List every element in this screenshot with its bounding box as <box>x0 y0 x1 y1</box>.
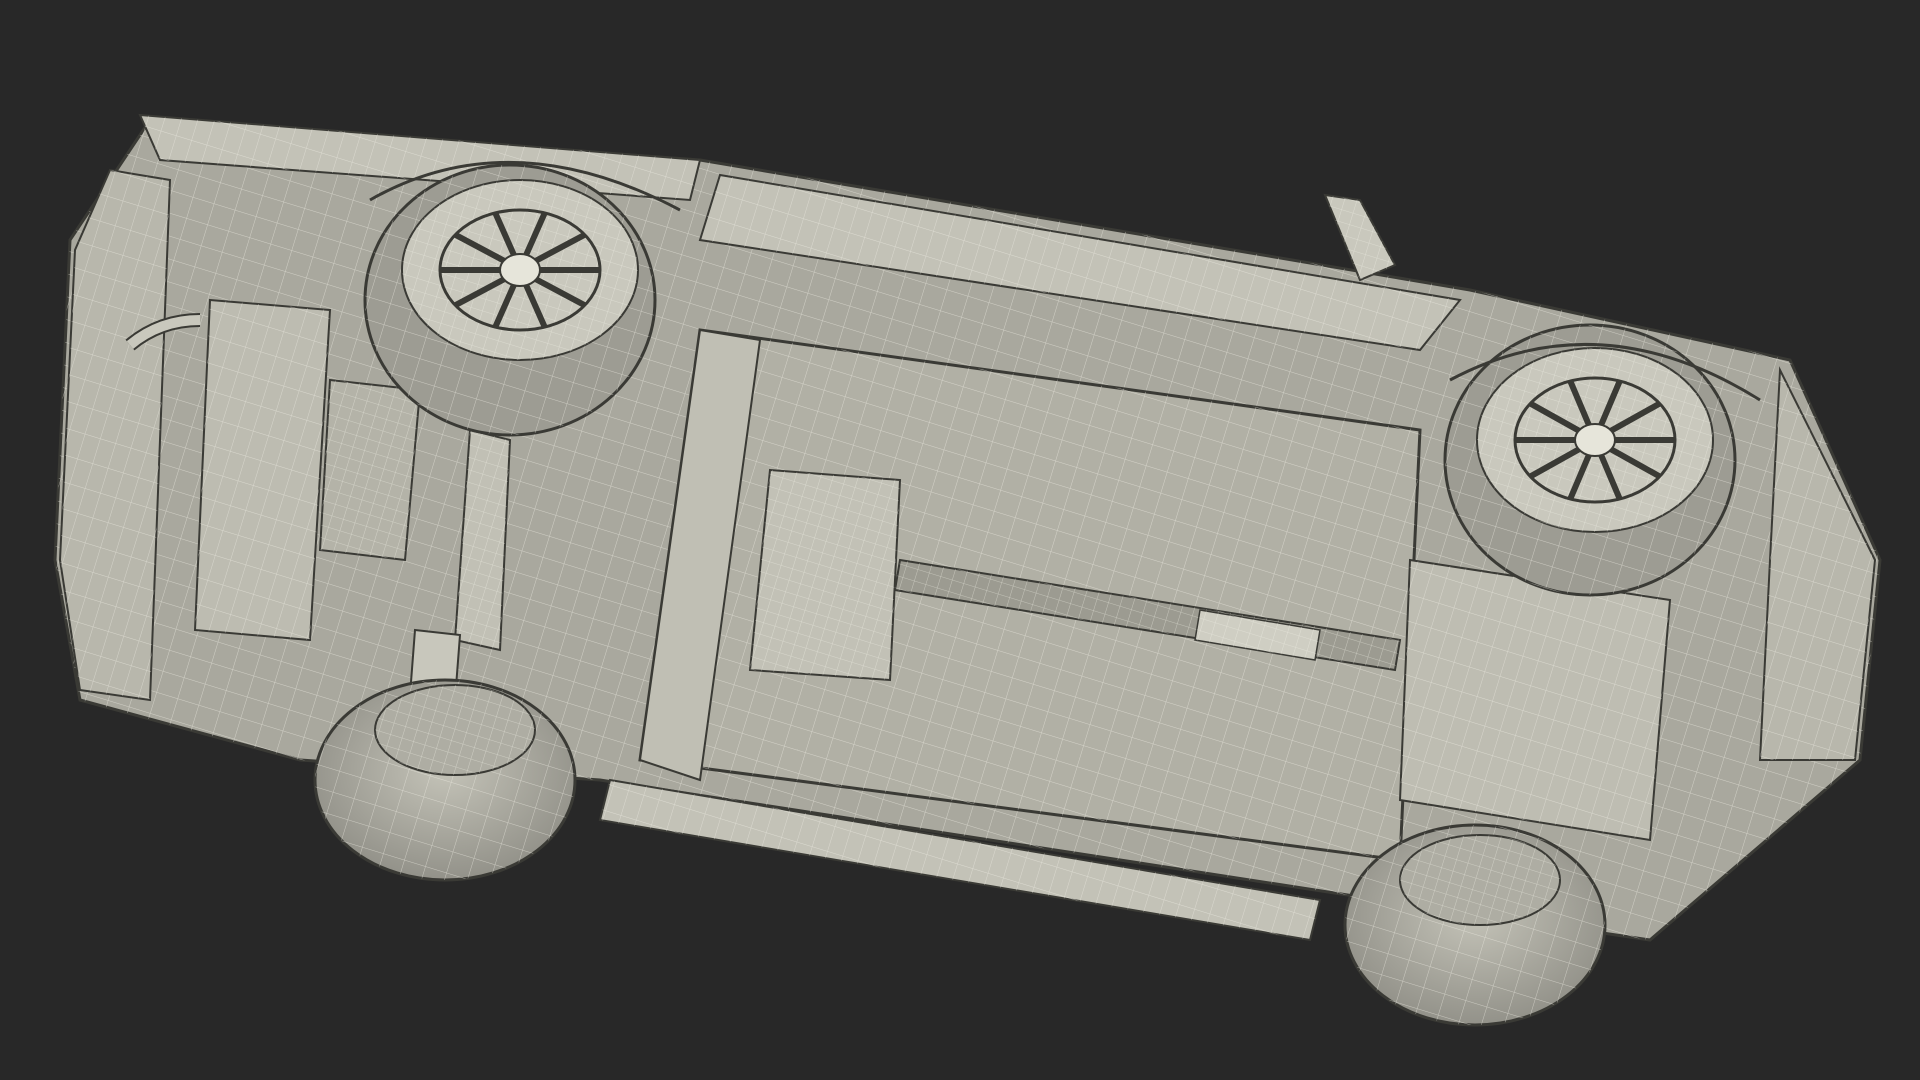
wheel-front-bottom <box>313 678 577 882</box>
wheel-rear-bottom <box>1343 823 1607 1027</box>
render-viewport <box>0 0 1920 1080</box>
rear-battery-box <box>1398 558 1672 842</box>
fuel-tank <box>748 468 902 682</box>
wheel-front-top <box>363 163 657 437</box>
front-bumper <box>58 168 172 702</box>
car-underside-render <box>53 113 1882 1027</box>
